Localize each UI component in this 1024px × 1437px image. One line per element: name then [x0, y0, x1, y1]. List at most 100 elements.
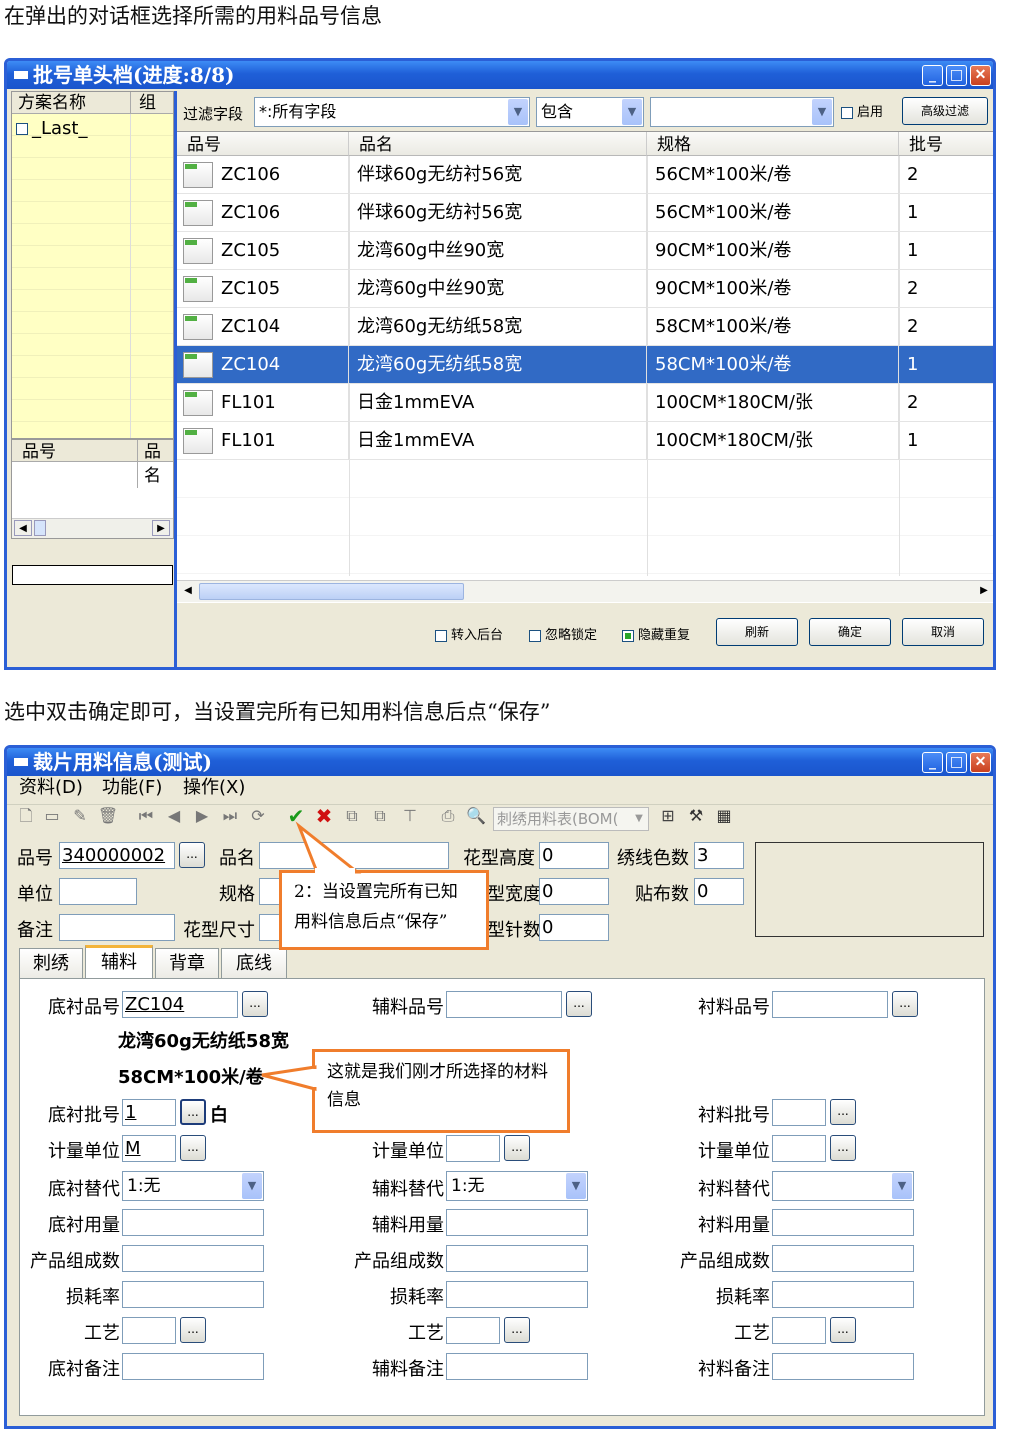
- lining-unit-input[interactable]: [772, 1135, 826, 1162]
- table-row[interactable]: ZC105 龙湾60g中丝90宽 90CM*100米/卷 2: [177, 270, 993, 308]
- ignore-lock-option[interactable]: 忽略锁定: [529, 624, 597, 643]
- lining-batch-input[interactable]: [772, 1099, 826, 1126]
- filter-icon[interactable]: ⊤: [399, 805, 421, 827]
- acc-pn-lookup-button[interactable]: ...: [566, 991, 592, 1017]
- lining-loss-input[interactable]: [772, 1281, 914, 1308]
- table-row[interactable]: ZC105 龙湾60g中丝90宽 90CM*100米/卷 1: [177, 232, 993, 270]
- minimize-button[interactable]: _: [922, 65, 943, 86]
- acc-craft-lookup-button[interactable]: ...: [504, 1317, 530, 1343]
- to-background-checkbox[interactable]: [435, 629, 447, 642]
- acc-comp-input[interactable]: [446, 1245, 588, 1272]
- grid-h-scrollbar[interactable]: ◀ ▶: [177, 580, 993, 602]
- acc-sub-combo[interactable]: 1:无 ▼: [446, 1171, 588, 1201]
- filter-value-combo[interactable]: ▼: [650, 97, 834, 127]
- open-icon[interactable]: ▭: [41, 805, 63, 827]
- acc-remark-input[interactable]: [446, 1353, 588, 1380]
- base-unit-lookup-button[interactable]: ...: [180, 1135, 206, 1161]
- col-header-name[interactable]: 品名: [349, 132, 647, 156]
- refresh-icon[interactable]: ⟳: [247, 805, 269, 827]
- tools-icon[interactable]: ⚒: [685, 805, 707, 827]
- enable-checkbox[interactable]: [841, 106, 853, 119]
- ignore-lock-checkbox[interactable]: [529, 629, 541, 642]
- lining-usage-input[interactable]: [772, 1209, 914, 1236]
- ok-button[interactable]: 确定: [809, 618, 891, 646]
- scroll-thumb[interactable]: [199, 583, 464, 600]
- to-background-option[interactable]: 转入后台: [435, 624, 503, 643]
- acc-usage-input[interactable]: [446, 1209, 588, 1236]
- maximize-button[interactable]: □: [946, 752, 967, 773]
- delete-icon[interactable]: 🗑: [97, 805, 119, 827]
- col-header-spec[interactable]: 规格: [647, 132, 899, 156]
- advanced-filter-button[interactable]: 高级过滤: [902, 97, 988, 125]
- col-header-code[interactable]: 品号: [177, 132, 349, 156]
- patch-input[interactable]: 0: [694, 878, 744, 905]
- minimize-button[interactable]: _: [922, 752, 943, 773]
- pn-lookup-button[interactable]: ...: [179, 842, 205, 868]
- base-craft-input[interactable]: [122, 1317, 176, 1344]
- close-button[interactable]: ✕: [970, 65, 991, 86]
- menu-operation[interactable]: 操作(X): [183, 776, 245, 800]
- acc-craft-input[interactable]: [446, 1317, 500, 1344]
- table-row[interactable]: ZC104 龙湾60g无纺纸58宽 58CM*100米/卷 1: [177, 346, 993, 384]
- scroll-right-icon[interactable]: ▶: [975, 583, 993, 599]
- base-batch-input[interactable]: 1: [122, 1099, 176, 1126]
- height-input[interactable]: 0: [539, 842, 609, 869]
- lining-pn-lookup-button[interactable]: ...: [892, 991, 918, 1017]
- lining-craft-lookup-button[interactable]: ...: [830, 1317, 856, 1343]
- calculator-icon[interactable]: ▦: [713, 805, 735, 827]
- col-header-batch[interactable]: 批号: [899, 132, 993, 156]
- filter-enable[interactable]: 启用: [841, 101, 883, 120]
- lining-pn-input[interactable]: [772, 991, 888, 1018]
- note-input[interactable]: [59, 914, 175, 941]
- lining-remark-input[interactable]: [772, 1353, 914, 1380]
- cancel-button[interactable]: 取消: [902, 618, 984, 646]
- lining-sub-combo[interactable]: ▼: [772, 1171, 914, 1201]
- table-row[interactable]: ZC106 伴球60g无纺衬56宽 56CM*100米/卷 2: [177, 156, 993, 194]
- acc-unit-lookup-button[interactable]: ...: [504, 1135, 530, 1161]
- close-button[interactable]: ✕: [970, 752, 991, 773]
- hide-dup-checkbox[interactable]: [622, 629, 634, 642]
- stitch-input[interactable]: 0: [539, 914, 609, 941]
- scroll-left-icon[interactable]: ◀: [14, 520, 32, 536]
- maximize-button[interactable]: □: [946, 65, 967, 86]
- first-record-icon[interactable]: ⏮: [135, 805, 157, 827]
- table-row[interactable]: FL101 日金1mmEVA 100CM*180CM/张 2: [177, 384, 993, 422]
- acc-loss-input[interactable]: [446, 1281, 588, 1308]
- tab-back-patch[interactable]: 背章: [155, 948, 219, 978]
- print-icon[interactable]: ⎙: [437, 805, 459, 827]
- tab-bobbin[interactable]: 底线: [221, 948, 287, 978]
- filter-op-combo[interactable]: 包含 ▼: [536, 97, 644, 127]
- table-row[interactable]: ZC106 伴球60g无纺衬56宽 56CM*100米/卷 1: [177, 194, 993, 232]
- refresh-button[interactable]: 刷新: [716, 618, 798, 646]
- base-pn-lookup-button[interactable]: ...: [242, 991, 268, 1017]
- last-record-icon[interactable]: ⏭: [219, 805, 241, 827]
- scroll-right-icon[interactable]: ▶: [152, 520, 170, 536]
- prev-record-icon[interactable]: ◀: [163, 805, 185, 827]
- preview-icon[interactable]: 🔍: [465, 805, 487, 827]
- lining-craft-input[interactable]: [772, 1317, 826, 1344]
- scheme-item[interactable]: _Last_: [16, 118, 88, 139]
- lining-unit-lookup-button[interactable]: ...: [830, 1135, 856, 1161]
- acc-pn-input[interactable]: [446, 991, 562, 1018]
- hide-dup-option[interactable]: 隐藏重复: [622, 624, 690, 643]
- scroll-left-icon[interactable]: ◀: [179, 583, 197, 599]
- lining-comp-input[interactable]: [772, 1245, 914, 1272]
- tree-icon[interactable]: ⊞: [657, 805, 679, 827]
- next-record-icon[interactable]: ▶: [191, 805, 213, 827]
- scroll-thumb[interactable]: [34, 520, 46, 536]
- width-input[interactable]: 0: [539, 878, 609, 905]
- lining-batch-lookup-button[interactable]: ...: [830, 1099, 856, 1125]
- table-row[interactable]: ZC104 龙湾60g无纺纸58宽 58CM*100米/卷 2: [177, 308, 993, 346]
- quick-input[interactable]: [12, 565, 173, 585]
- scheme-checkbox[interactable]: [16, 123, 28, 135]
- bom-combo[interactable]: 刺绣用料表(BOM( ▼: [493, 807, 649, 831]
- base-pn-input[interactable]: ZC104: [122, 991, 238, 1018]
- filter-field-combo[interactable]: *:所有字段 ▼: [254, 97, 530, 127]
- tab-accessories[interactable]: 辅料: [85, 945, 153, 978]
- base-comp-input[interactable]: [122, 1245, 264, 1272]
- colors-input[interactable]: 3: [694, 842, 744, 869]
- new-icon[interactable]: 🗋: [15, 805, 37, 827]
- edit-icon[interactable]: ✎: [69, 805, 91, 827]
- menu-data[interactable]: 资料(D): [19, 776, 83, 800]
- base-remark-input[interactable]: [122, 1353, 264, 1380]
